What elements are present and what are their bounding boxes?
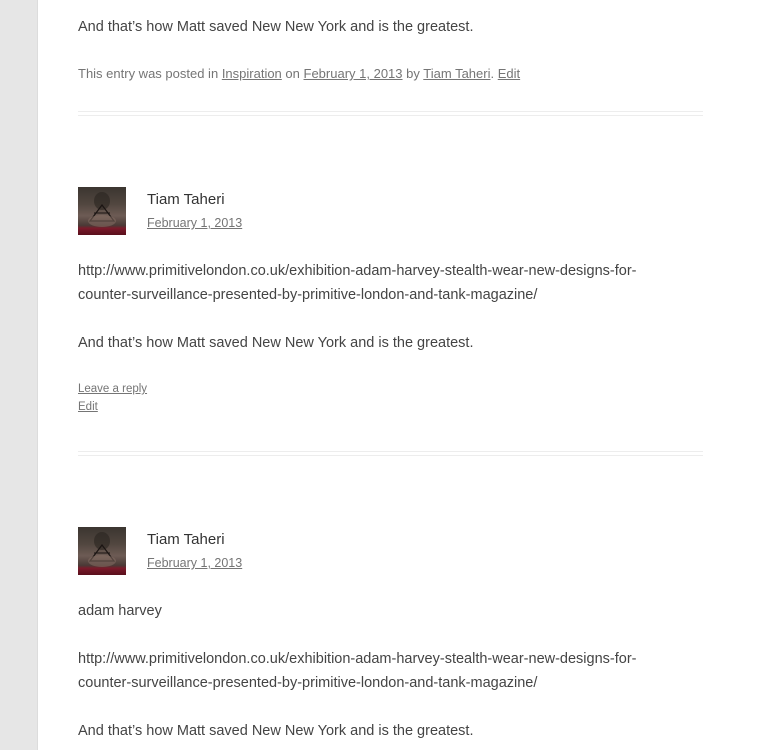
comment-date-link[interactable]: February 1, 2013 [147, 556, 242, 570]
category-link[interactable]: Inspiration [222, 66, 282, 81]
comment-author: Tiam Taheri [147, 531, 225, 548]
post-closing-line: And that’s how Matt saved New New York a… [78, 19, 474, 35]
comment-header: Tiam Taheri February 1, 2013 [78, 527, 703, 577]
avatar-image [88, 532, 116, 567]
comment-url-line-1: http://www.primitivelondon.co.uk/exhibit… [78, 263, 637, 279]
comment-title-line: adam harvey [78, 603, 162, 619]
comment-date-link[interactable]: February 1, 2013 [147, 216, 242, 230]
leave-reply-link[interactable]: Leave a reply [78, 383, 703, 395]
post-entry-meta: This entry was posted in Inspiration on … [78, 66, 703, 81]
comment-closing-line: And that’s how Matt saved New New York a… [78, 335, 474, 351]
avatar[interactable] [78, 187, 126, 235]
comment-divider [78, 451, 703, 456]
entry-meta-prefix: This entry was posted in [78, 66, 219, 81]
comment-closing-line: And that’s how Matt saved New New York a… [78, 723, 474, 739]
comment-url-line-1: http://www.primitivelondon.co.uk/exhibit… [78, 651, 637, 667]
content-page: And that’s how Matt saved New New York a… [37, 0, 778, 750]
avatar[interactable] [78, 527, 126, 575]
post-edit-link[interactable]: Edit [498, 66, 520, 81]
post-date-link[interactable]: February 1, 2013 [304, 66, 403, 81]
entry-meta-by: by [406, 66, 420, 81]
entry-meta-period: . [490, 66, 495, 81]
author-link[interactable]: Tiam Taheri [423, 66, 490, 81]
comment-header: Tiam Taheri February 1, 2013 [78, 187, 703, 237]
avatar-image [88, 192, 116, 227]
comment-body: adam harvey http://www.primitivelondon.c… [78, 599, 703, 743]
entry-meta-on: on [285, 66, 300, 81]
comment-author: Tiam Taheri [147, 191, 225, 208]
comment-url-line-2: counter-surveillance-presented-by-primit… [78, 675, 538, 691]
comment-actions: Leave a reply Edit [78, 383, 703, 413]
comment-body: http://www.primitivelondon.co.uk/exhibit… [78, 259, 703, 355]
comment-url-line-2: counter-surveillance-presented-by-primit… [78, 287, 538, 303]
post-divider [78, 111, 703, 116]
comment-edit-link[interactable]: Edit [78, 401, 703, 413]
